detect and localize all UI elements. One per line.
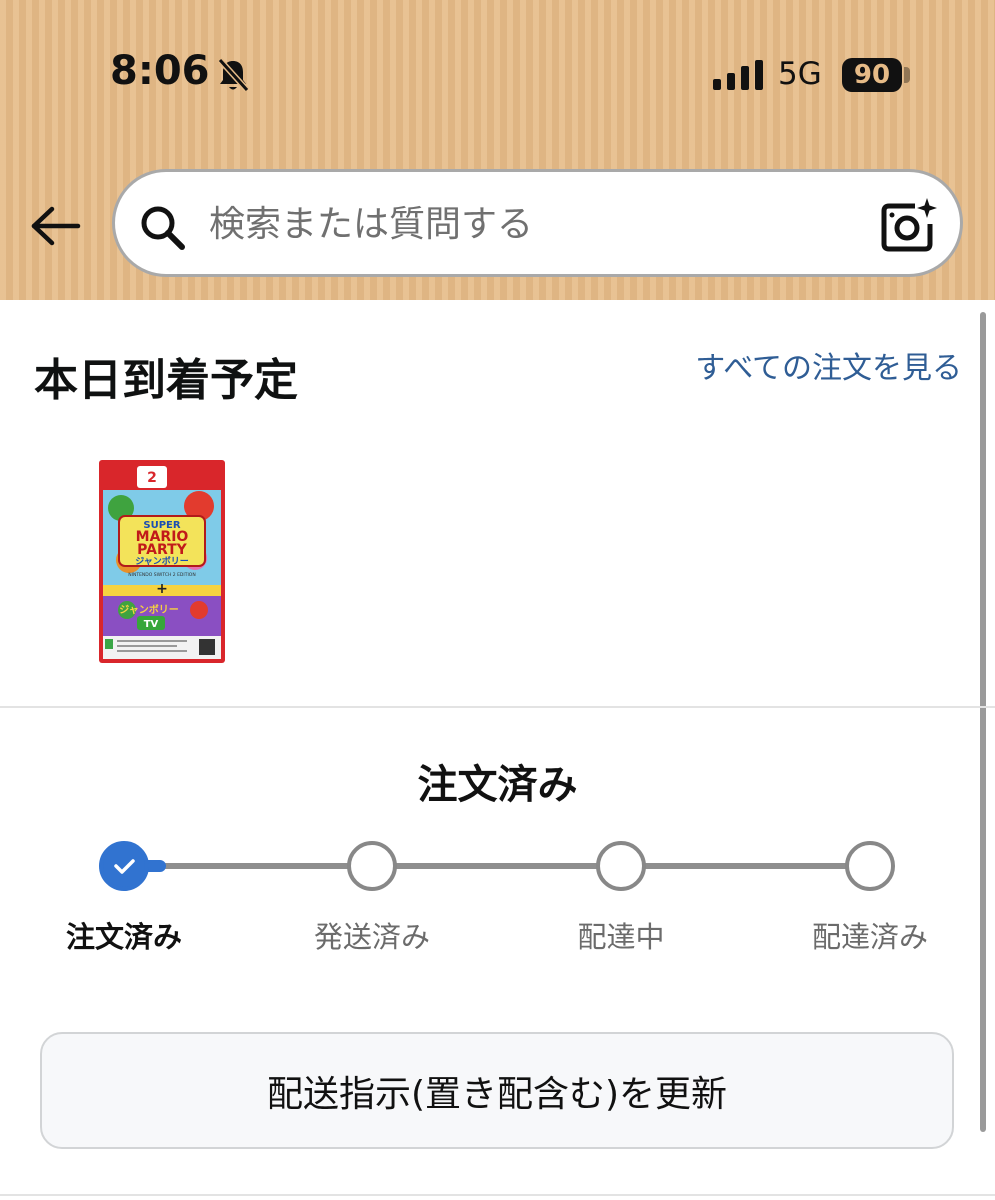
step-label-ordered: 注文済み bbox=[65, 920, 182, 954]
camera-search-icon[interactable] bbox=[881, 198, 937, 252]
step-dot-ordered bbox=[99, 841, 149, 891]
product-subtitle: NINTENDO SWITCH 2 EDITION bbox=[128, 572, 195, 578]
step-label-delivered: 配達済み bbox=[811, 920, 928, 954]
search-icon bbox=[141, 206, 185, 250]
order-status-heading: 注文済み bbox=[417, 762, 578, 808]
search-bar[interactable] bbox=[112, 169, 963, 277]
network-type: 5G bbox=[778, 56, 822, 92]
step-dot-in-transit bbox=[596, 841, 646, 891]
step-dot-shipped bbox=[347, 841, 397, 891]
back-arrow-icon[interactable] bbox=[30, 206, 82, 246]
progress-tracker bbox=[0, 830, 995, 900]
arrival-title: 本日到着予定 bbox=[34, 355, 298, 406]
step-label-in-transit: 配達中 bbox=[577, 920, 665, 954]
bell-muted-icon bbox=[217, 57, 250, 93]
product-tv-label: TV bbox=[144, 619, 159, 630]
step-dot-delivered bbox=[845, 841, 895, 891]
section-divider bbox=[0, 706, 995, 708]
product-tv-title: ジャンボリー bbox=[119, 603, 179, 616]
product-title-jp: ジャンボリー bbox=[135, 555, 189, 567]
all-orders-link[interactable]: すべての注文を見る bbox=[690, 346, 962, 392]
battery-cap bbox=[904, 67, 910, 83]
signal-strength-icon bbox=[713, 60, 763, 90]
bottom-divider bbox=[0, 1194, 995, 1196]
search-input[interactable] bbox=[209, 196, 849, 252]
update-delivery-instructions-button[interactable]: 配送指示(置き配含む)を更新 bbox=[40, 1032, 954, 1149]
battery-indicator: 90 bbox=[842, 58, 902, 92]
scrollbar[interactable] bbox=[980, 312, 986, 1132]
checkmark-icon bbox=[114, 859, 135, 874]
status-time: 8:06 bbox=[110, 48, 210, 94]
step-label-shipped: 発送済み bbox=[313, 920, 430, 954]
app-header: 8:06 5G 90 bbox=[0, 0, 995, 300]
svg-text:+: + bbox=[156, 581, 168, 597]
product-image[interactable]: 2 SUPER MARIO PARTY ジャンボリー NINTENDO SWIT… bbox=[99, 460, 225, 663]
product-badge: 2 bbox=[147, 470, 157, 486]
track-line bbox=[149, 863, 872, 869]
product-title-line3: PARTY bbox=[137, 542, 188, 558]
